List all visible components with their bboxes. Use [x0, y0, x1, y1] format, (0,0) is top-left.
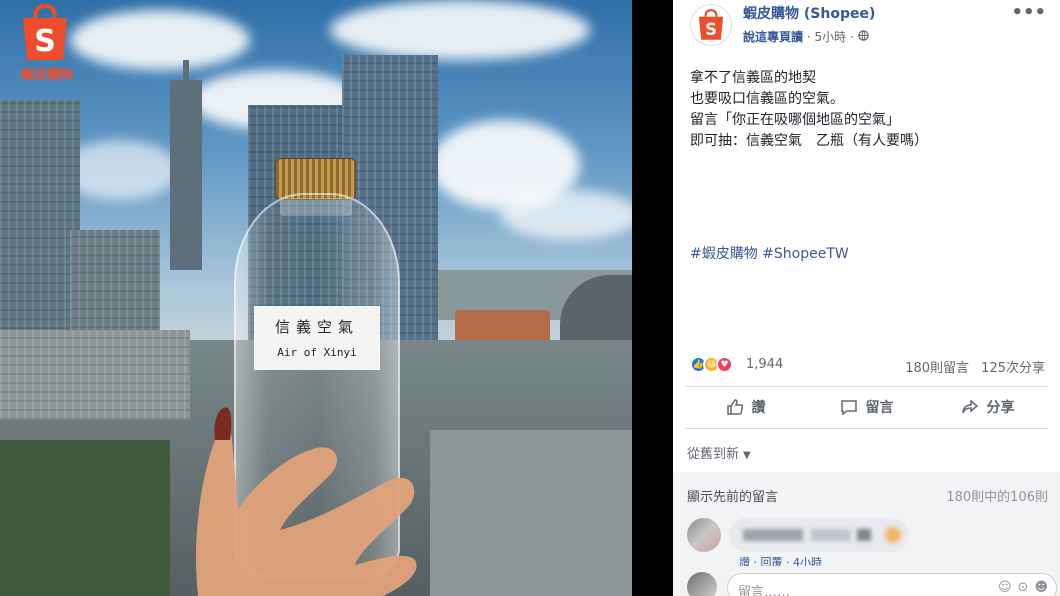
comments-shown-count: 180則中的106則	[946, 490, 1048, 505]
svg-text:S: S	[34, 24, 56, 59]
comment-placeholder: 留言……	[738, 585, 791, 596]
comment-meta[interactable]: 讚 · 回覆 · 4小時	[739, 554, 822, 566]
svg-text:S: S	[705, 20, 717, 39]
taipei-101-tower	[170, 80, 202, 270]
post-time[interactable]: 5小時	[814, 30, 846, 44]
facebook-post: S 蝦皮購物 (Shopee) 說這專頁讀 · 5小時 · ••• 拿不了信義區…	[673, 0, 1060, 596]
comment-sort-dropdown[interactable]: 從舊到新 ▼	[687, 443, 751, 462]
page-name[interactable]: 蝦皮購物 (Shopee)	[743, 3, 875, 23]
comment-label: 留言	[865, 400, 894, 416]
hand	[195, 407, 417, 596]
share-count[interactable]: 125次分享	[981, 361, 1045, 376]
logo-caption: 蝦皮購物	[20, 68, 73, 83]
commenter-avatar[interactable]	[687, 518, 721, 552]
reaction-count[interactable]: 1,944	[746, 357, 783, 372]
shopee-logo: S	[17, 2, 73, 64]
bottle-label: 信義空氣 Air of Xinyi	[254, 306, 380, 370]
thumbs-up-icon	[726, 399, 743, 415]
page-avatar[interactable]: S	[690, 4, 732, 46]
comment-input-icons: ☺ ⊙ ☻	[998, 580, 1048, 595]
comment-bubble	[729, 518, 909, 552]
comment-count[interactable]: 180則留言	[905, 361, 969, 376]
share-icon	[961, 399, 978, 414]
trees	[0, 440, 170, 596]
blurred-comment-text	[811, 529, 851, 541]
sort-label: 從舊到新	[687, 447, 740, 462]
translate-link[interactable]: 說這專頁讀	[743, 30, 803, 44]
bottle-label-title: 信義空氣	[274, 318, 359, 336]
temple-roof	[455, 310, 550, 340]
cloud	[500, 190, 632, 240]
building	[430, 430, 632, 596]
post-meta: 說這專頁讀 · 5小時 ·	[743, 28, 869, 45]
write-comment-input[interactable]: 留言…… ☺ ⊙ ☻	[727, 573, 1057, 596]
post-body: 拿不了信義區的地契 也要吸口信義區的空氣。 留言「你正在吸哪個地區的空氣」 即可…	[690, 68, 1040, 152]
cloud	[70, 10, 250, 70]
globe-icon	[857, 30, 869, 44]
post-line: 也要吸口信義區的空氣。	[690, 91, 844, 107]
divider	[685, 428, 1048, 429]
separator-dot: ·	[849, 30, 858, 44]
like-button[interactable]: 讚	[685, 390, 806, 424]
post-line: 拿不了信義區的地契	[690, 70, 816, 86]
blurred-commenter-name	[743, 529, 803, 541]
sticker-icon[interactable]: ☻	[1034, 580, 1048, 595]
chevron-down-icon: ▼	[743, 450, 751, 461]
engagement-counts: 180則留言 125次分享	[897, 357, 1045, 376]
share-label: 分享	[986, 400, 1015, 416]
emoji-icon	[885, 527, 901, 543]
more-options-icon[interactable]: •••	[1011, 2, 1046, 23]
cloud	[330, 0, 590, 60]
current-user-avatar	[687, 572, 717, 596]
love-reaction-icon: ♥	[716, 356, 733, 373]
blurred-comment-text	[857, 529, 871, 541]
post-photo[interactable]: S 蝦皮購物 信義空氣 Air of Xinyi	[0, 0, 632, 596]
like-label: 讚	[751, 400, 766, 416]
tower-spire	[183, 60, 189, 90]
post-line: 即可抽：信義空氣 乙瓶（有人要嗎）	[690, 133, 928, 149]
post-actions: 讚 留言 分享	[685, 390, 1048, 424]
post-header: S 蝦皮購物 (Shopee) 說這專頁讀 · 5小時 · •••	[673, 0, 1060, 56]
view-previous-comments-link[interactable]: 顯示先前的留言	[687, 486, 778, 505]
bottle-label-subtitle: Air of Xinyi	[277, 346, 357, 359]
comment-button[interactable]: 留言	[806, 390, 927, 424]
divider	[685, 386, 1048, 387]
share-button[interactable]: 分享	[927, 390, 1048, 424]
comment-icon	[840, 400, 857, 416]
emoji-icon[interactable]: ☺	[998, 580, 1012, 595]
gif-icon[interactable]: ⊙	[1018, 580, 1029, 595]
comments-section: 顯示先前的留言 180則中的106則 讚 · 回覆 · 4小時 留言…… ☺ ⊙…	[673, 472, 1060, 596]
post-line: 留言「你正在吸哪個地區的空氣」	[690, 112, 900, 128]
post-hashtags[interactable]: #蝦皮購物 #ShopeeTW	[690, 243, 849, 263]
reaction-stats: 👍 😆 ♥ 1,944 180則留言 125次分享	[690, 355, 1050, 376]
reaction-icons[interactable]: 👍 😆 ♥	[690, 356, 733, 373]
screenshot: S 蝦皮購物 信義空氣 Air of Xinyi S 蝦皮購物 (Shopee)…	[0, 0, 1060, 596]
